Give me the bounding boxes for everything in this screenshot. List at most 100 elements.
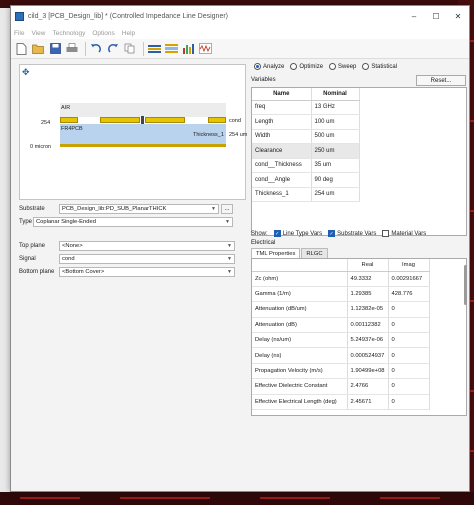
- print-icon[interactable]: [65, 42, 79, 56]
- property-name: Zc (ohm): [252, 271, 348, 287]
- toolbar: [11, 39, 469, 59]
- open-icon[interactable]: [31, 42, 45, 56]
- variable-value[interactable]: 35 um: [311, 158, 360, 173]
- reset-button[interactable]: Reset...: [416, 75, 466, 86]
- chevron-down-icon: ▼: [227, 242, 232, 249]
- optimize-radio[interactable]: [290, 63, 298, 70]
- imag-value: 428.776: [388, 286, 430, 303]
- electrical-row: Propagation Velocity (m/s) 1.90499e+08 0: [252, 363, 430, 380]
- top-plane-row: Top plane <None> ▼: [19, 240, 235, 251]
- variable-value[interactable]: 90 deg: [311, 172, 360, 188]
- variable-row[interactable]: cond__Angle 90 deg: [252, 172, 360, 188]
- substrate-browse-button[interactable]: ...: [221, 203, 233, 214]
- optimize-label[interactable]: Optimize: [299, 64, 323, 70]
- imag-value: 0: [388, 347, 430, 364]
- variable-name: cond__Thickness: [252, 158, 312, 173]
- stackup-preview: ✥ AIR FR4PCB Thickness_1 254 um cond 254…: [19, 64, 247, 200]
- electrical-row: Delay (ns/um) 5.24937e-06 0: [252, 332, 430, 349]
- variable-value[interactable]: 500 um: [311, 129, 360, 144]
- new-icon[interactable]: [14, 42, 28, 56]
- electrical-table-scrollbar[interactable]: [464, 265, 467, 305]
- right-ground-conductor: [208, 117, 226, 123]
- statistical-radio[interactable]: [362, 63, 370, 70]
- imag-value: 0: [388, 378, 430, 395]
- variable-row[interactable]: Width 500 um: [252, 129, 360, 144]
- air-label: AIR: [61, 105, 71, 111]
- sweep-label[interactable]: Sweep: [338, 64, 356, 70]
- col-name-header: Name: [252, 88, 312, 101]
- variable-row-selected[interactable]: Clearance 250 um: [252, 143, 360, 159]
- property-name: Delay (ns): [252, 347, 348, 364]
- real-value: 5.24937e-06: [347, 332, 389, 349]
- analyze-label[interactable]: Analyze: [263, 64, 284, 70]
- top-plane-select[interactable]: <None> ▼: [59, 240, 235, 251]
- save-icon[interactable]: [48, 42, 62, 56]
- menu-view[interactable]: View: [31, 30, 45, 37]
- bottom-plane-row: Bottom plane <Bottom Cover> ▼: [19, 266, 235, 277]
- substrate-label: Substrate: [19, 205, 45, 212]
- imag-value: 0: [388, 394, 430, 411]
- variable-row[interactable]: Length 100 um: [252, 114, 360, 130]
- menu-file[interactable]: File: [14, 30, 24, 37]
- material-vars-label[interactable]: Material Vars: [391, 231, 426, 237]
- left-ground-conductor: [60, 117, 78, 123]
- air-layer: [60, 103, 226, 117]
- move-icon[interactable]: ✥: [22, 67, 30, 78]
- signal-select[interactable]: cond ▼: [59, 253, 235, 264]
- property-name: Effective Electrical Length (deg): [252, 394, 348, 411]
- variable-value[interactable]: 13 GHz: [311, 100, 360, 115]
- variable-name: freq: [252, 100, 312, 115]
- menu-technology[interactable]: Technology: [52, 30, 85, 37]
- variable-row[interactable]: cond__Thickness 35 um: [252, 158, 360, 173]
- variable-row[interactable]: freq 13 GHz: [252, 100, 360, 115]
- substrate-vars-checkbox[interactable]: ✓: [328, 230, 336, 237]
- property-name: Propagation Velocity (m/s): [252, 363, 348, 380]
- signal-row: Signal cond ▼: [19, 253, 235, 264]
- type-value: Coplanar Single-Ended: [36, 218, 96, 225]
- real-value: 1.90499e+08: [347, 363, 389, 380]
- show-options: Show: ✓ Line Type Vars ✓ Substrate Vars …: [251, 230, 432, 237]
- line-type-vars-label[interactable]: Line Type Vars: [283, 231, 322, 237]
- maximize-button[interactable]: ☐: [425, 12, 447, 21]
- real-value: 1.29385: [347, 286, 389, 303]
- variable-value[interactable]: 254 um: [311, 187, 360, 202]
- line-type-vars-checkbox[interactable]: ✓: [273, 230, 281, 237]
- y-0-label: 0 micron: [30, 144, 52, 150]
- material-vars-checkbox[interactable]: [382, 230, 390, 237]
- analyze-radio[interactable]: [254, 63, 261, 70]
- variable-name: Width: [252, 129, 312, 144]
- menu-help[interactable]: Help: [122, 30, 135, 37]
- menu-bar: File View Technology Options Help: [11, 27, 469, 39]
- property-name: Gamma (1/m): [252, 286, 348, 303]
- y-254-label: 254: [41, 120, 51, 126]
- variable-value[interactable]: 100 um: [311, 114, 360, 130]
- imag-value: 0.00291667: [388, 271, 430, 287]
- sweep-radio[interactable]: [329, 63, 337, 70]
- bar-chart-icon[interactable]: [147, 42, 161, 56]
- real-value: 0.00112382: [347, 317, 389, 334]
- variable-row[interactable]: Thickness_1 254 um: [252, 187, 360, 202]
- copy-icon[interactable]: [123, 42, 137, 56]
- statistical-label[interactable]: Statistical: [371, 64, 397, 70]
- variable-value[interactable]: 250 um: [311, 143, 360, 159]
- bottom-plane-select[interactable]: <Bottom Cover> ▼: [59, 266, 235, 277]
- minimize-button[interactable]: –: [403, 12, 425, 21]
- top-plane-label: Top plane: [19, 242, 46, 249]
- variable-name: cond__Angle: [252, 172, 312, 188]
- substrate-vars-label[interactable]: Substrate Vars: [337, 231, 376, 237]
- substrate-select[interactable]: PCB_Design_lib:PD_SUB_PlanarTHICK ▼: [59, 203, 219, 214]
- type-select[interactable]: Coplanar Single-Ended ▼: [33, 216, 233, 227]
- electrical-label: Electrical: [251, 240, 276, 246]
- undo-icon[interactable]: [89, 42, 103, 56]
- clearance-marker: [141, 116, 144, 124]
- left-empty-area: [19, 292, 246, 482]
- close-button[interactable]: ✕: [447, 12, 469, 21]
- real-value: 1.12382e-05: [347, 301, 389, 318]
- property-name: Attenuation (dB/um): [252, 301, 348, 318]
- multi-chart-icon[interactable]: [181, 42, 195, 56]
- stack-chart-icon[interactable]: [164, 42, 178, 56]
- menu-options[interactable]: Options: [92, 30, 114, 37]
- property-name: Delay (ns/um): [252, 332, 348, 349]
- redo-icon[interactable]: [106, 42, 120, 56]
- waveform-icon[interactable]: [198, 42, 212, 56]
